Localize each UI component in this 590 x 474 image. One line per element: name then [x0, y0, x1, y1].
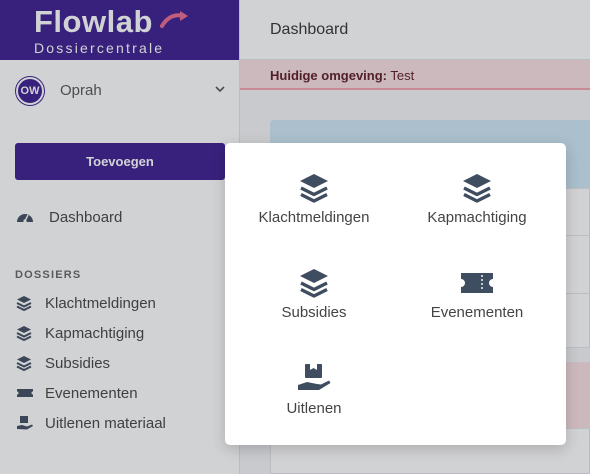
popup-tile-label: Uitlenen: [286, 400, 342, 417]
popup-tile-subsidies[interactable]: Subsidies: [229, 268, 399, 348]
hand-box-icon: [298, 364, 331, 390]
popup-tile-label: Evenementen: [430, 304, 524, 321]
popup-tile-evenementen[interactable]: Evenementen: [392, 268, 562, 348]
layers-icon: [300, 174, 328, 203]
popup-tile-uitlenen[interactable]: Uitlenen: [229, 364, 399, 444]
popup-tile-label: Klachtmeldingen: [258, 209, 370, 226]
popup-tile-klachtmeldingen[interactable]: Klachtmeldingen: [229, 173, 399, 253]
popup-tile-label: Kapmachtiging: [427, 209, 527, 226]
ticket-icon: [461, 273, 493, 293]
layers-icon: [463, 174, 491, 203]
popup-tile-kapmachtiging[interactable]: Kapmachtiging: [392, 173, 562, 253]
add-dossier-popup: Klachtmeldingen Kapmachtiging Subsidies …: [225, 143, 566, 445]
layers-icon: [300, 269, 328, 298]
popup-tile-label: Subsidies: [281, 304, 347, 321]
